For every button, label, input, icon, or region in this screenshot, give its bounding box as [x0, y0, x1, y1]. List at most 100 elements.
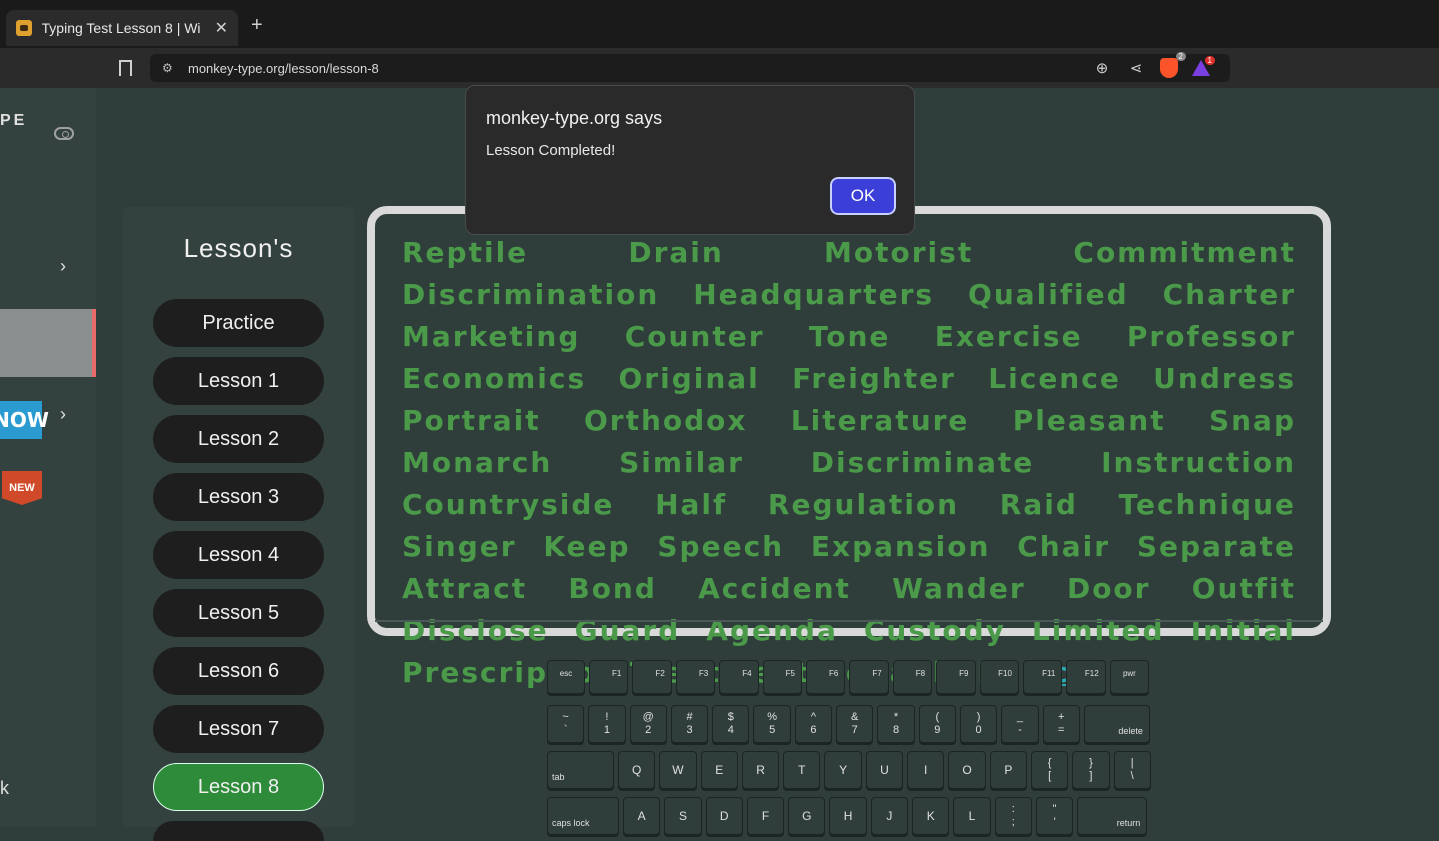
lessons-panel: Lesson's Practice Lesson 1 Lesson 2 Less…: [123, 207, 354, 841]
site-settings-icon[interactable]: ⚙: [162, 61, 176, 75]
key-tab[interactable]: tab: [547, 751, 614, 789]
key-shift-symbol: $: [727, 711, 734, 723]
key-][interactable]: }]: [1072, 751, 1110, 789]
new-tab-icon[interactable]: +: [251, 14, 263, 37]
key-e[interactable]: E: [700, 751, 738, 789]
bookmark-icon[interactable]: [119, 60, 132, 76]
key-q[interactable]: Q: [618, 751, 656, 789]
key-base-symbol: [: [1048, 770, 1052, 782]
key-shift-symbol: ~: [562, 711, 569, 723]
key-1[interactable]: ! 1: [588, 705, 626, 743]
key-3[interactable]: #3: [670, 705, 709, 743]
lesson-button-2[interactable]: Lesson 2: [153, 415, 324, 463]
key-k[interactable]: K: [912, 797, 950, 835]
chevron-right-icon[interactable]: ›: [60, 404, 66, 425]
lesson-button-practice[interactable]: Practice: [153, 299, 324, 347]
key-f11[interactable]: F11: [1022, 660, 1063, 694]
lesson-button-7[interactable]: Lesson 7: [153, 705, 324, 753]
key-d[interactable]: D: [705, 797, 743, 835]
lesson-button-1[interactable]: Lesson 1: [153, 357, 324, 405]
now-banner[interactable]: NOW: [0, 401, 49, 439]
lesson-button-9-partial[interactable]: [153, 821, 324, 841]
key-f5[interactable]: F5: [762, 660, 802, 694]
shields-badge: 2: [1175, 52, 1186, 61]
key-shift-symbol: {: [1047, 757, 1052, 769]
key-g[interactable]: G: [788, 797, 826, 835]
site-logo[interactable]: PE: [0, 112, 27, 130]
browser-tab[interactable]: Typing Test Lesson 8 | Wi ✕: [6, 10, 238, 46]
lesson-button-4[interactable]: Lesson 4: [153, 531, 324, 579]
key-t[interactable]: T: [783, 751, 821, 789]
typing-text-box[interactable]: Reptile Drain Motorist Commitment Discri…: [367, 206, 1331, 689]
key-base-symbol: `: [563, 724, 568, 736]
key-s[interactable]: S: [664, 797, 702, 835]
dialog-message: Lesson Completed!: [486, 142, 616, 159]
share-icon[interactable]: ⋖: [1126, 59, 1146, 77]
key-5[interactable]: % 5: [753, 705, 791, 743]
key-caps-lock[interactable]: caps lock: [547, 797, 619, 835]
left-sidebar: PE › NOW › NEW k: [0, 88, 96, 827]
key-`[interactable]: ~ `: [547, 705, 585, 743]
key-shift-symbol: !: [605, 711, 609, 723]
key-esc[interactable]: esc: [547, 660, 585, 694]
key-2[interactable]: @2: [629, 705, 667, 743]
key-[[interactable]: {[: [1030, 751, 1069, 789]
key-f1[interactable]: F1: [589, 660, 629, 694]
alert-dialog: monkey-type.org says Lesson Completed! O…: [465, 85, 915, 235]
key-base-symbol: ': [1053, 816, 1056, 828]
key-f4[interactable]: F4: [719, 660, 759, 694]
key-9[interactable]: (9: [918, 705, 956, 743]
key-a[interactable]: A: [623, 797, 661, 835]
close-tab-icon[interactable]: ✕: [215, 18, 228, 38]
key-f3[interactable]: F3: [675, 660, 716, 694]
key-y[interactable]: Y: [824, 751, 862, 789]
key-f12[interactable]: F12: [1066, 660, 1106, 694]
key-return[interactable]: return: [1077, 797, 1148, 835]
key--[interactable]: _ -: [1001, 705, 1039, 743]
brave-shields-icon[interactable]: 2: [1160, 52, 1186, 78]
key-4[interactable]: $4: [712, 705, 750, 743]
key-u[interactable]: U: [865, 751, 904, 789]
brave-rewards-icon[interactable]: 1: [1192, 56, 1215, 76]
key-f[interactable]: F: [746, 797, 785, 835]
key-f10[interactable]: F10: [979, 660, 1019, 694]
url-text[interactable]: monkey-type.org/lesson/lesson-8: [188, 61, 379, 76]
url-actions: ⊕ ⋖ 2 1: [1092, 52, 1215, 78]
key-f2[interactable]: F2: [632, 660, 672, 694]
zoom-icon[interactable]: ⊕: [1092, 59, 1112, 77]
key-base-symbol: \: [1130, 770, 1134, 782]
key-\[interactable]: | \: [1113, 751, 1151, 789]
lesson-button-8[interactable]: Lesson 8: [153, 763, 324, 811]
lesson-button-6[interactable]: Lesson 6: [153, 647, 324, 695]
key-pwr[interactable]: pwr: [1109, 660, 1150, 694]
key-7[interactable]: & 7: [836, 705, 874, 743]
key-=[interactable]: + =: [1042, 705, 1080, 743]
key-8[interactable]: * 8: [877, 705, 915, 743]
lesson-button-3[interactable]: Lesson 3: [153, 473, 324, 521]
key-;[interactable]: :;: [994, 797, 1032, 835]
sidebar-bottom-text[interactable]: k: [0, 778, 9, 799]
key-p[interactable]: P: [989, 751, 1027, 789]
key-delete[interactable]: delete: [1083, 705, 1150, 743]
key-0[interactable]: ) 0: [959, 705, 998, 743]
key-f8[interactable]: F8: [892, 660, 933, 694]
key-l[interactable]: L: [953, 797, 991, 835]
key-o[interactable]: O: [948, 751, 986, 789]
key-r[interactable]: R: [741, 751, 780, 789]
ok-button[interactable]: OK: [828, 175, 898, 217]
key-j[interactable]: J: [870, 797, 909, 835]
key-h[interactable]: H: [829, 797, 867, 835]
key-base-symbol: 8: [892, 724, 900, 736]
key-f7[interactable]: F7: [849, 660, 889, 694]
key-f9[interactable]: F9: [936, 660, 976, 694]
key-w[interactable]: W: [659, 751, 697, 789]
chevron-right-icon[interactable]: ›: [60, 256, 66, 277]
key-6[interactable]: ^ 6: [794, 705, 833, 743]
key-f6[interactable]: F6: [805, 660, 846, 694]
key-'[interactable]: " ': [1035, 797, 1074, 835]
sidebar-active-item[interactable]: [0, 309, 96, 377]
key-i[interactable]: I: [907, 751, 945, 789]
lesson-button-5[interactable]: Lesson 5: [153, 589, 324, 637]
address-bar[interactable]: ⚙ monkey-type.org/lesson/lesson-8 ⊕ ⋖ 2 …: [150, 52, 1230, 82]
theme-toggle-icon[interactable]: [54, 127, 74, 140]
